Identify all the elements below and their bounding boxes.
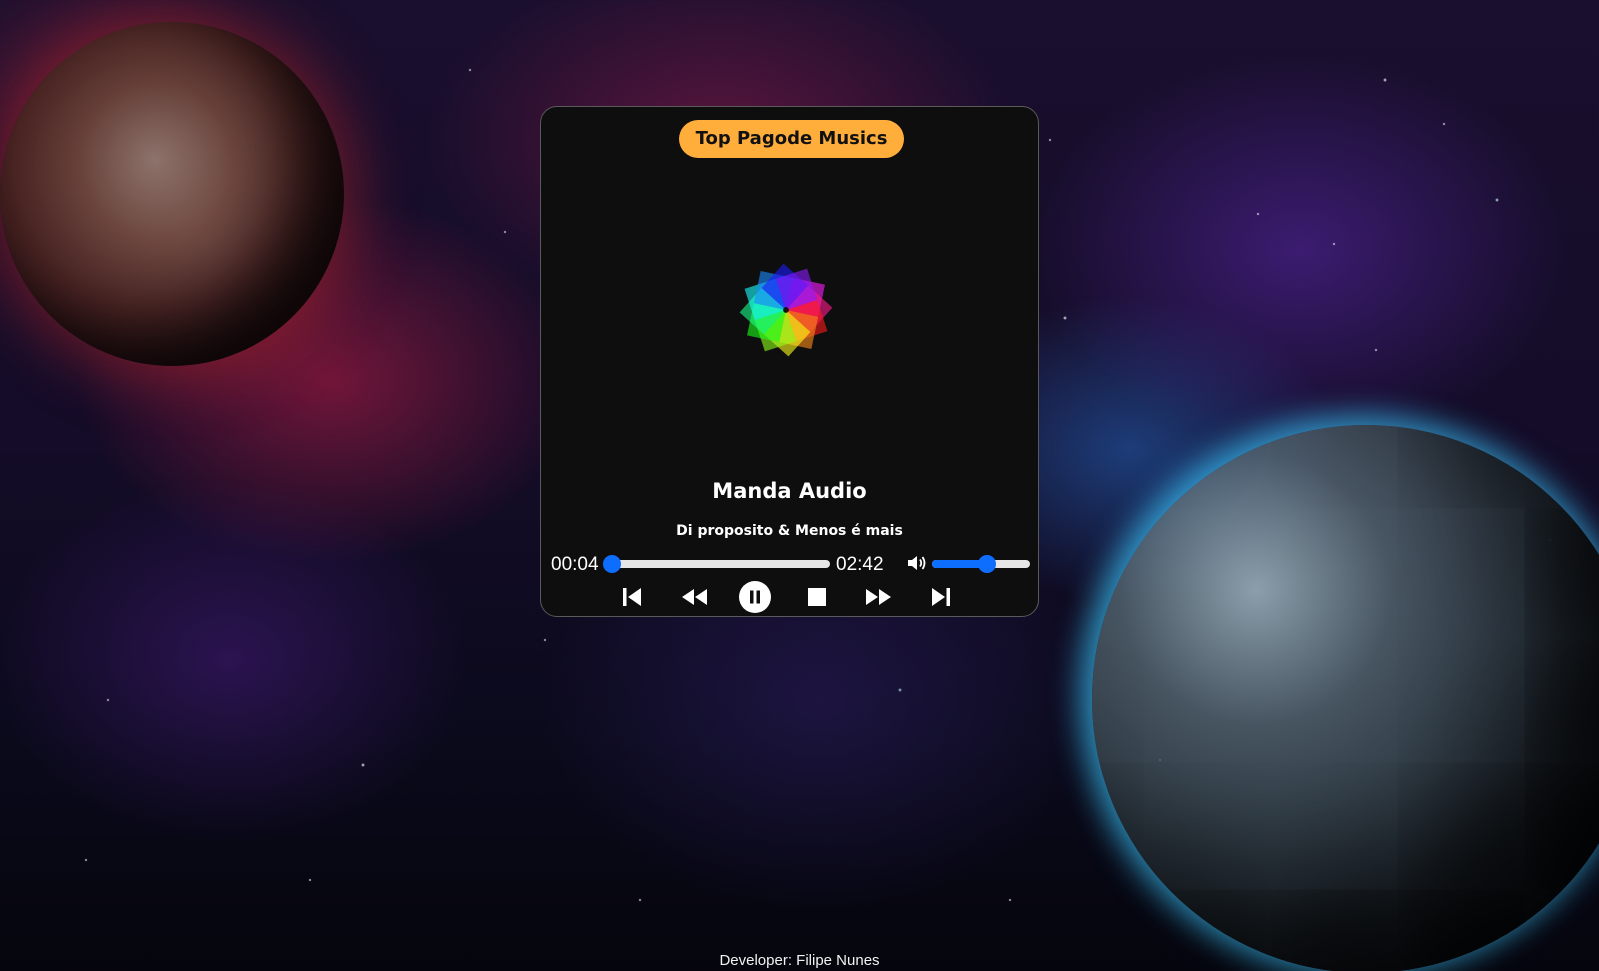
fast-forward-icon[interactable] (863, 581, 895, 613)
volume-slider[interactable] (932, 555, 1030, 573)
pause-icon[interactable] (739, 581, 771, 613)
playlist-button[interactable]: Top Pagode Musics (679, 120, 904, 158)
developer-credit: Developer: Filipe Nunes (719, 952, 880, 969)
artist-name: Di proposito & Menos é mais (676, 523, 903, 539)
volume-thumb[interactable] (977, 555, 996, 573)
skip-next-icon[interactable] (925, 581, 957, 613)
stop-icon[interactable] (801, 581, 833, 613)
skip-previous-icon[interactable] (616, 581, 648, 613)
earth-planet-image (1092, 425, 1599, 971)
playback-controls (541, 581, 1038, 613)
total-time: 02:42 (836, 554, 884, 575)
volume-icon[interactable] (906, 553, 928, 573)
color-wheel-art-icon (739, 263, 833, 357)
rewind-icon[interactable] (678, 581, 710, 613)
red-planet-image (0, 22, 344, 366)
song-title: Manda Audio (712, 479, 867, 503)
music-player-card: Top Pagode Musics Manda Audio Di proposi… (540, 106, 1039, 617)
progress-slider[interactable] (602, 555, 830, 573)
current-time: 00:04 (551, 554, 599, 575)
progress-thumb[interactable] (602, 555, 621, 573)
